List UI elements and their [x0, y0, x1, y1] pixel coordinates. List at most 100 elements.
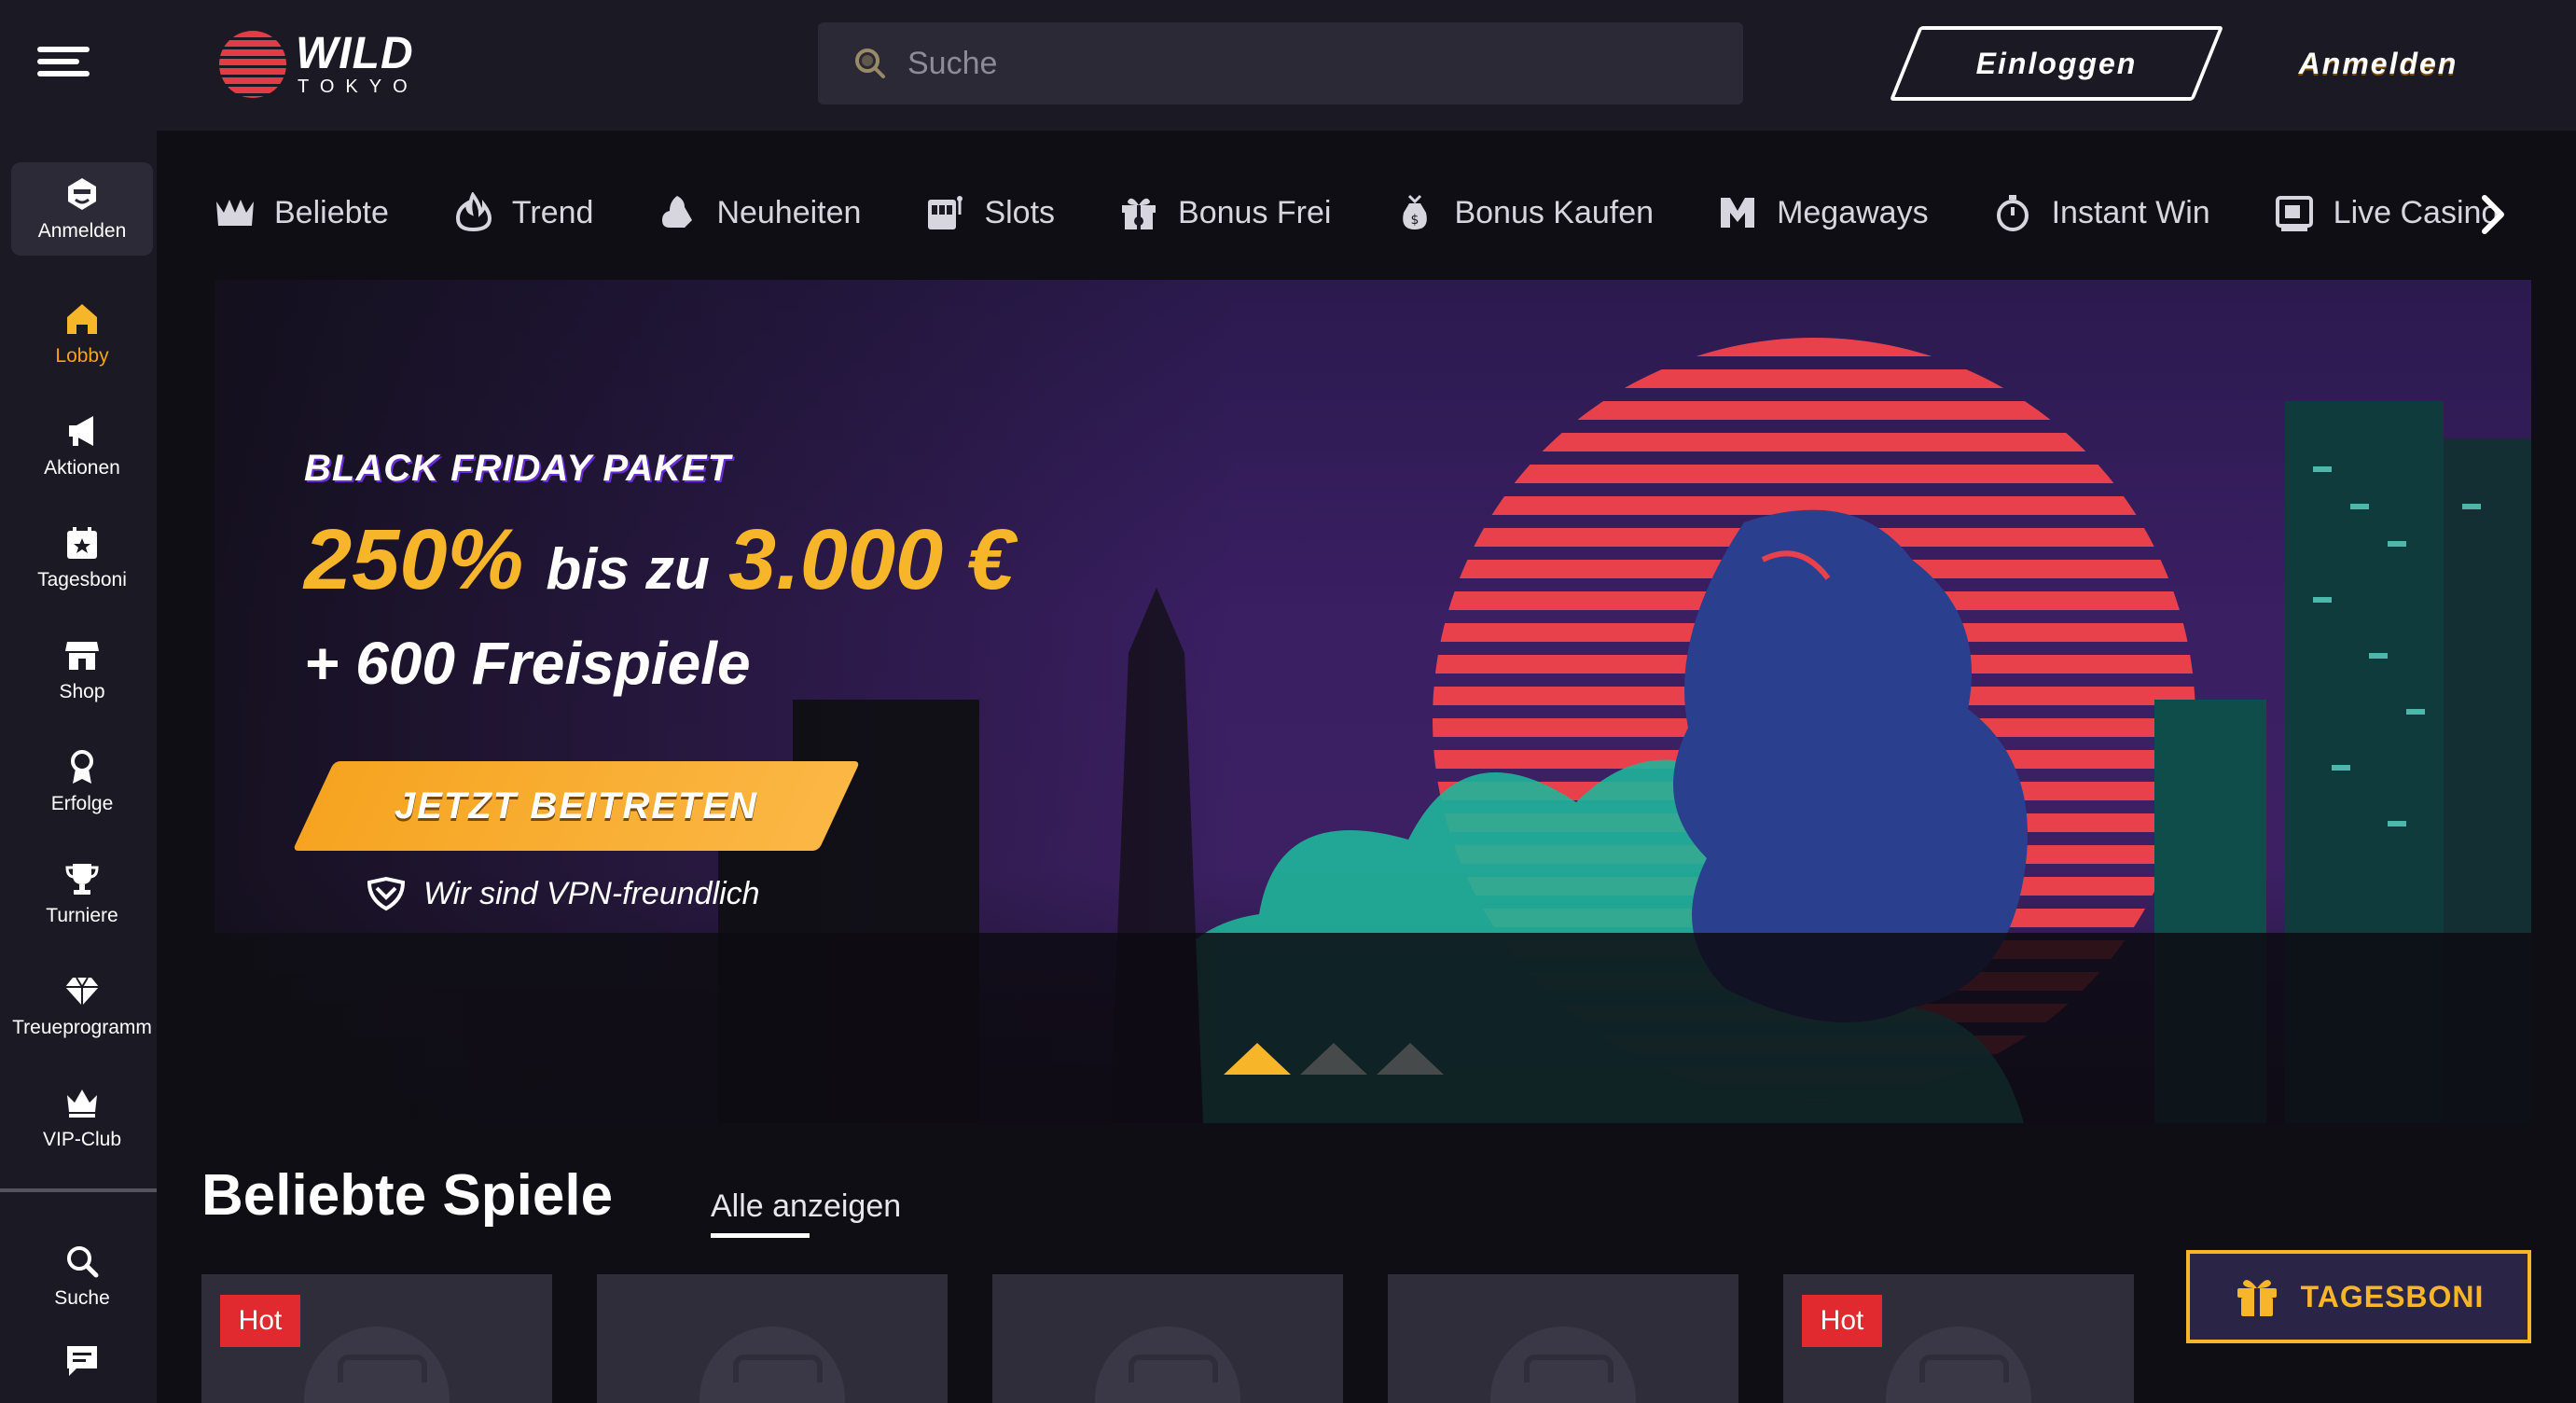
carousel-indicators [1224, 1043, 1453, 1075]
sidebar-item-label: Anmelden [37, 220, 127, 242]
game-tile[interactable]: Hot [1783, 1274, 2134, 1403]
game-placeholder-icon [1490, 1327, 1636, 1403]
sidebar-item-label: Treueprogramm [12, 1017, 152, 1038]
megaphone-icon [69, 416, 93, 446]
user-icon [68, 178, 96, 210]
search-input[interactable] [907, 45, 1654, 82]
sidebar-item-tagesboni[interactable]: Tagesboni [11, 511, 153, 604]
vpn-note: Wir sind VPN-freundlich [366, 873, 760, 914]
main-content: Beliebte Trend Neuheiten Slots Bonus Fre… [157, 131, 2576, 1403]
search-icon [67, 1246, 99, 1278]
see-all-underline [711, 1233, 810, 1238]
promo-amount: 3.000 € [728, 512, 1015, 607]
vpn-label: Wir sind VPN-freundlich [423, 875, 760, 911]
vpn-shield-icon [367, 876, 406, 911]
stopwatch-icon [1996, 195, 2029, 231]
category-bonus-frei[interactable]: Bonus Frei [1118, 192, 1331, 233]
daily-bonus-button[interactable]: TAGESBONI [2186, 1250, 2531, 1343]
sidebar-item-suche[interactable]: Suche [11, 1229, 153, 1323]
login-button-label: Einloggen [1975, 46, 2138, 80]
category-label: Instant Win [2051, 194, 2210, 230]
carousel-dot[interactable] [1377, 1043, 1444, 1075]
flame-icon [455, 192, 492, 232]
new-icon [662, 196, 693, 228]
top-header: WILD TOKYO Einloggen Anmelden [0, 0, 2576, 131]
sidebar: Anmelden Lobby Aktionen Tagesboni Shop E… [0, 131, 157, 1403]
category-neuheiten[interactable]: Neuheiten [657, 192, 861, 233]
sidebar-item-erfolge[interactable]: Erfolge [11, 735, 153, 828]
search-icon [855, 49, 885, 78]
carousel-dot[interactable] [1224, 1043, 1291, 1075]
category-live-casino[interactable]: Live Casino [2274, 192, 2500, 233]
crown-icon [67, 1090, 97, 1118]
promo-spins: + 600 Freispiele [304, 630, 751, 697]
sidebar-item-treueprogramm[interactable]: Treueprogramm [11, 959, 153, 1052]
home-icon [67, 304, 97, 334]
category-label: Slots [984, 194, 1056, 230]
category-label: Neuheiten [716, 194, 862, 230]
join-now-button[interactable]: JETZT BEITRETEN [313, 761, 839, 851]
sidebar-item-anmelden[interactable]: Anmelden [11, 162, 153, 256]
game-tile[interactable]: Hot [201, 1274, 552, 1403]
see-all-link[interactable]: Alle anzeigen [711, 1188, 901, 1225]
promo-kicker: BLACK FRIDAY PAKET [304, 448, 731, 489]
crown-icon [216, 200, 254, 226]
gift-icon [2237, 1280, 2277, 1316]
sidebar-item-turniere[interactable]: Turniere [11, 847, 153, 940]
medal-icon [71, 750, 93, 784]
sidebar-item-label: Aktionen [44, 457, 120, 479]
carousel-dot[interactable] [1300, 1043, 1367, 1075]
category-bonus-kaufen[interactable]: $ Bonus Kaufen [1394, 192, 1654, 233]
sidebar-item-label: VIP-Club [42, 1129, 122, 1150]
sidebar-item-label: Suche [54, 1287, 110, 1309]
wild-tokyo-logo[interactable]: WILD TOKYO [219, 28, 434, 103]
game-tile[interactable] [1388, 1274, 1738, 1403]
calendar-star-icon [67, 527, 97, 559]
game-tile[interactable] [992, 1274, 1343, 1403]
sidebar-item-label: Lobby [55, 345, 109, 367]
category-beliebte[interactable]: Beliebte [215, 192, 389, 233]
sidebar-item-lobby[interactable]: Lobby [11, 287, 153, 381]
login-button[interactable]: Einloggen [1904, 26, 2209, 101]
daily-bonus-label: TAGESBONI [2300, 1279, 2485, 1313]
sidebar-item-label: Turniere [46, 905, 118, 926]
section-title: Beliebte Spiele [201, 1163, 614, 1228]
signup-button[interactable]: Anmelden [2229, 26, 2528, 101]
category-label: Trend [511, 194, 594, 230]
category-slots[interactable]: Slots [924, 192, 1055, 233]
game-placeholder-icon [304, 1327, 450, 1403]
signup-button-label: Anmelden [2298, 46, 2458, 80]
game-tile[interactable] [597, 1274, 948, 1403]
category-bar: Beliebte Trend Neuheiten Slots Bonus Fre… [215, 183, 2546, 243]
trophy-icon [65, 864, 99, 895]
category-trend[interactable]: Trend [452, 192, 594, 233]
promo-middle: bis zu [546, 537, 710, 602]
sidebar-item-label: Shop [59, 681, 105, 702]
hot-badge: Hot [220, 1295, 300, 1347]
money-bag-icon: $ [1403, 194, 1428, 229]
category-label: Live Casino [2333, 194, 2500, 230]
chevron-right-icon[interactable] [2475, 187, 2513, 243]
category-megaways[interactable]: Megaways [1717, 192, 1929, 233]
shop-icon [65, 642, 99, 670]
sidebar-item-aktionen[interactable]: Aktionen [11, 399, 153, 493]
logo-sun-icon [219, 31, 286, 98]
join-now-label: JETZT BEITRETEN [394, 785, 759, 827]
sidebar-item-label: Tagesboni [37, 569, 127, 590]
promo-banner[interactable] [215, 280, 2531, 1123]
category-instant-win[interactable]: Instant Win [1992, 192, 2210, 233]
sidebar-item-chat[interactable] [11, 1332, 153, 1397]
chat-icon [67, 1346, 97, 1376]
menu-icon[interactable] [37, 47, 90, 84]
category-label: Bonus Frei [1178, 194, 1332, 230]
sidebar-item-label: Erfolge [50, 793, 114, 814]
search-bar[interactable] [818, 22, 1743, 104]
diamond-icon [65, 977, 99, 1006]
sidebar-divider [0, 1188, 157, 1192]
game-placeholder-icon [699, 1327, 845, 1403]
promo-headline: 250% bis zu 3.000 € [304, 511, 1015, 609]
sidebar-item-shop[interactable]: Shop [11, 623, 153, 716]
sidebar-item-vip-club[interactable]: VIP-Club [11, 1071, 153, 1164]
category-label: Megaways [1777, 194, 1929, 230]
category-label: Bonus Kaufen [1454, 194, 1655, 230]
